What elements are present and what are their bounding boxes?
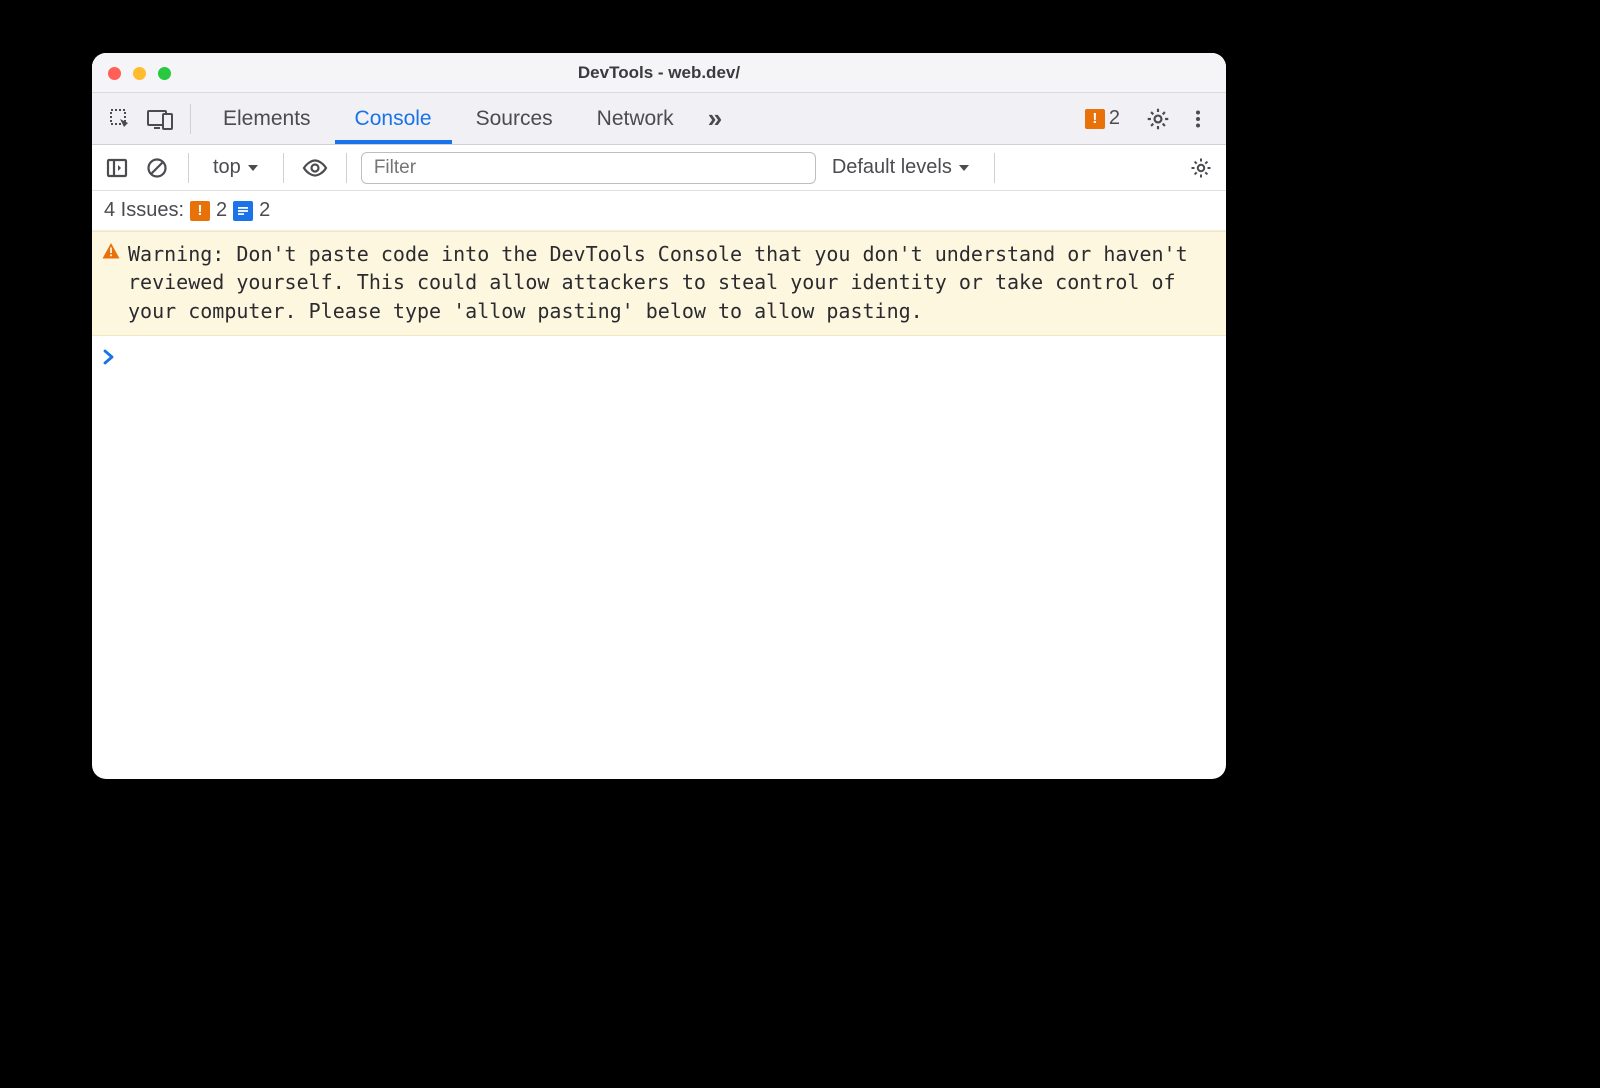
devtools-tabstrip: Elements Console Sources Network » ! 2 [92, 93, 1226, 145]
more-menu-icon[interactable] [1180, 101, 1216, 137]
self-xss-warning: Warning: Don't paste code into the DevTo… [92, 231, 1226, 336]
minimize-window-button[interactable] [133, 67, 146, 80]
log-levels-selector[interactable]: Default levels [822, 156, 980, 179]
warning-label: Warning: [128, 242, 224, 266]
clear-console-icon[interactable] [140, 151, 174, 185]
console-toolbar: top Default levels [92, 145, 1226, 191]
error-badge-icon: ! [1085, 109, 1105, 129]
settings-gear-icon[interactable] [1140, 101, 1176, 137]
devtools-window: DevTools - web.dev/ Elements Console Sou… [92, 53, 1226, 779]
maximize-window-button[interactable] [158, 67, 171, 80]
divider [994, 153, 995, 183]
tab-network[interactable]: Network [577, 93, 694, 144]
live-expression-eye-icon[interactable] [298, 151, 332, 185]
titlebar: DevTools - web.dev/ [92, 53, 1226, 93]
issues-error-count: 2 [216, 199, 227, 222]
console-prompt[interactable] [92, 336, 1226, 378]
tab-elements[interactable]: Elements [203, 93, 331, 144]
window-title: DevTools - web.dev/ [578, 63, 740, 83]
console-settings-gear-icon[interactable] [1184, 151, 1218, 185]
error-badge-icon: ! [190, 201, 210, 221]
tabstrip-error-counter[interactable]: ! 2 [1085, 107, 1126, 130]
close-window-button[interactable] [108, 67, 121, 80]
execution-context-selector[interactable]: top [203, 156, 269, 179]
divider [283, 153, 284, 183]
warning-triangle-icon [102, 242, 120, 260]
filter-input[interactable] [361, 152, 816, 184]
error-count: 2 [1109, 107, 1120, 130]
tab-console[interactable]: Console [335, 93, 452, 144]
prompt-chevron-icon [102, 348, 116, 366]
traffic-lights [108, 67, 171, 80]
chevron-down-icon [958, 162, 970, 174]
issues-info-count: 2 [259, 199, 270, 222]
chevron-down-icon [247, 162, 259, 174]
divider [188, 153, 189, 183]
warning-text: Warning: Don't paste code into the DevTo… [128, 240, 1216, 325]
context-label: top [213, 156, 241, 179]
issues-summary[interactable]: 4 Issues: ! 2 2 [92, 191, 1226, 231]
tab-sources[interactable]: Sources [456, 93, 573, 144]
issues-prefix: 4 Issues: [104, 199, 184, 222]
divider [346, 153, 347, 183]
levels-label: Default levels [832, 156, 952, 179]
divider [190, 104, 191, 134]
device-toolbar-icon[interactable] [142, 101, 178, 137]
tabs-overflow-button[interactable]: » [698, 93, 732, 144]
info-badge-icon [233, 201, 253, 221]
inspect-element-icon[interactable] [102, 101, 138, 137]
warning-body: Don't paste code into the DevTools Conso… [128, 242, 1188, 323]
sidebar-toggle-icon[interactable] [100, 151, 134, 185]
